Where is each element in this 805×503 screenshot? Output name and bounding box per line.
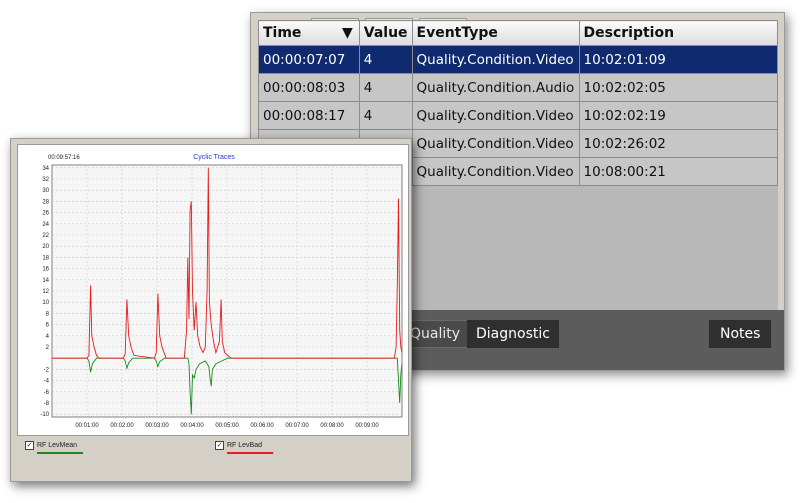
legend-label: RF LevMean (37, 442, 78, 449)
chart-panel: 00:09:57:16 Cyclic Traces -10 -8 -6 -4 -2 2 4 6… (17, 144, 409, 436)
cell-eventtype: Quality.Condition.Video (411, 45, 580, 74)
legend-swatch-red (227, 452, 273, 454)
y-tick-label: 12 (42, 289, 49, 295)
sort-descending-icon[interactable]: ▼ (342, 25, 353, 41)
y-tick-label: -2 (44, 367, 50, 373)
y-tick-label: 8 (46, 311, 50, 317)
y-tick-label: 26 (42, 211, 49, 217)
cell-description: 10:08:00:21 (578, 157, 779, 186)
y-tick-label: -6 (44, 390, 50, 396)
cyclic-traces-window: 00:09:57:16 Cyclic Traces -10 -8 -6 -4 -2 2 4 6… (10, 138, 412, 482)
cell-value: 4 (358, 73, 413, 102)
x-tick-label: 00:07:00 (285, 423, 309, 429)
window-top-tabs (311, 9, 531, 24)
x-tick-label: 00:09:00 (355, 423, 379, 429)
y-tick-label: 22 (42, 233, 49, 239)
y-tick-label: 28 (42, 199, 49, 205)
y-tick-label: -8 (44, 401, 50, 407)
cell-description: 10:02:01:09 (578, 45, 779, 74)
x-tick-label: 00:06:00 (250, 423, 274, 429)
cell-time: 00:00:07:07 (258, 45, 360, 74)
y-tick-label: 20 (42, 244, 49, 250)
y-tick-label: 14 (42, 278, 49, 284)
cell-eventtype: Quality.Condition.Audio (411, 73, 580, 102)
x-axis-ticks: 00:01:00 00:02:00 00:03:00 00:04:00 00:05:00… (75, 423, 379, 429)
y-tick-label: 6 (46, 323, 50, 329)
y-tick-label: 18 (42, 255, 49, 261)
x-tick-label: 00:04:00 (180, 423, 204, 429)
column-header-time[interactable]: Time ▼ (258, 20, 360, 46)
y-tick-label: 34 (42, 166, 49, 172)
notes-button[interactable]: Notes (709, 320, 772, 348)
cell-description: 10:02:02:19 (578, 101, 779, 130)
column-header-eventtype[interactable]: EventType (411, 20, 580, 46)
legend-swatch-green (37, 452, 83, 454)
checkbox-rf-levmean[interactable]: ✓ (25, 441, 34, 450)
y-tick-label: 32 (42, 177, 49, 183)
cell-description: 10:02:02:05 (578, 73, 779, 102)
x-tick-label: 00:08:00 (320, 423, 344, 429)
chart-timestamp: 00:09:57:16 (48, 155, 80, 161)
cell-eventtype: Quality.Condition.Video (411, 157, 580, 186)
y-tick-label: 16 (42, 267, 49, 273)
x-tick-label: 00:05:00 (215, 423, 239, 429)
y-tick-label: 24 (42, 222, 49, 228)
y-tick-label: 30 (42, 188, 49, 194)
y-tick-label: 2 (46, 345, 50, 351)
table-row[interactable]: 00:00:07:07 4 Quality.Condition.Video 10… (258, 45, 779, 74)
y-axis-ticks: -10-8-6-4-224681012141618202224262830323… (40, 166, 49, 418)
cell-value: 4 (358, 45, 413, 74)
cell-time: 00:00:08:03 (258, 73, 360, 102)
cell-value: 4 (358, 101, 413, 130)
table-row[interactable]: 00:00:08:03 4 Quality.Condition.Audio 10… (258, 73, 779, 102)
checkbox-rf-levbad[interactable]: ✓ (215, 441, 224, 450)
x-tick-label: 00:02:00 (110, 423, 134, 429)
cell-description: 10:02:26:02 (578, 129, 779, 158)
cell-eventtype: Quality.Condition.Video (411, 129, 580, 158)
y-tick-label: -10 (40, 412, 49, 418)
x-tick-label: 00:01:00 (75, 423, 99, 429)
chart-legend: ✓ RF LevMean ✓ RF LevBad (17, 437, 407, 463)
y-tick-label: 4 (46, 334, 50, 340)
window-top-tabs (41, 135, 241, 150)
y-tick-label: 10 (42, 300, 49, 306)
chart-title: Cyclic Traces (193, 154, 235, 161)
y-tick-label: -4 (44, 379, 50, 385)
column-header-value[interactable]: Value (358, 20, 413, 46)
table-row[interactable]: 00:00:08:17 4 Quality.Condition.Video 10… (258, 101, 779, 130)
cell-time: 00:00:08:17 (258, 101, 360, 130)
cell-eventtype: Quality.Condition.Video (411, 101, 580, 130)
column-header-description[interactable]: Description (578, 20, 779, 46)
legend-item-rf-levbad[interactable]: ✓ RF LevBad (215, 441, 273, 454)
legend-label: RF LevBad (227, 442, 263, 449)
table-header-row: Time ▼ Value EventType Description (258, 20, 779, 46)
x-tick-label: 00:03:00 (145, 423, 169, 429)
legend-item-rf-levmean[interactable]: ✓ RF LevMean (25, 441, 83, 454)
cyclic-traces-chart: 00:09:57:16 Cyclic Traces -10-8-6-4-2246… (40, 154, 403, 429)
tab-diagnostic[interactable]: Diagnostic (467, 320, 559, 348)
